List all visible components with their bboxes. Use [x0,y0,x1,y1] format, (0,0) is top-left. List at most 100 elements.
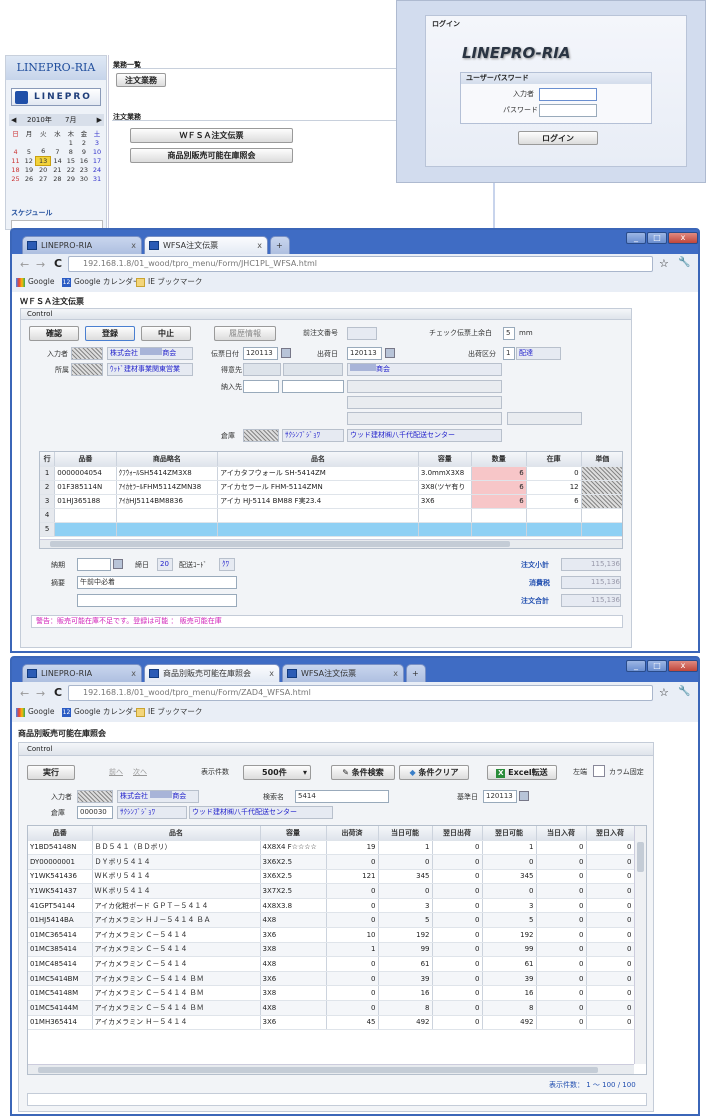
table-cell[interactable]: 16 [378,985,433,1002]
table-cell[interactable]: 0 [432,1000,483,1016]
calendar-day[interactable]: 21 [51,165,65,174]
table-cell[interactable]: 0 [326,898,379,914]
calendar-day[interactable]: 22 [64,165,77,174]
table-cell[interactable]: 3X6 [260,971,327,987]
bookmark-ie[interactable]: IE ブックマーク [136,706,202,718]
table-cell[interactable]: 1 [378,840,433,856]
table-cell[interactable]: 0 [536,956,587,972]
table-row[interactable]: 3 01HJ365188 ｱｲｶHJ5114BM8836 アイカ HJ-5114 BM… [40,494,622,509]
table-cell[interactable]: 0 [536,883,587,899]
table-cell[interactable]: 8 [482,1000,537,1016]
table-cell[interactable]: アイカメラミン Ｃ－５４１４ [92,942,261,958]
delivery-kana[interactable] [282,380,344,393]
reload-icon[interactable]: C [54,257,62,270]
price-cell[interactable] [581,466,622,481]
stock-inquiry-button[interactable]: 商品別販売可能在庫照会 [130,148,293,163]
table-cell[interactable]: 3X6 [260,1015,327,1031]
table-cell[interactable]: 1 [40,466,56,481]
column-header[interactable]: 容量 [260,826,327,841]
table-cell[interactable] [471,522,527,537]
calendar-day[interactable]: 16 [77,156,90,165]
calendar-day[interactable]: 31 [90,174,103,183]
calendar-day[interactable]: 27 [36,174,51,183]
column-header[interactable]: 容量 [418,452,472,467]
table-cell[interactable]: 0 [432,942,483,958]
calendar-day[interactable]: 6 [36,147,51,156]
calendar-day[interactable]: 8 [64,147,77,156]
table-cell[interactable]: 5 [378,912,433,929]
table-cell[interactable]: 3 [40,494,56,509]
close-window-button[interactable]: x [668,660,698,672]
table-cell[interactable]: 6 [471,494,527,509]
bookmark-google[interactable]: Google [16,276,54,288]
table-cell[interactable]: 0 [586,883,635,899]
tab-stock-inquiry[interactable]: 商品別販売可能在庫照会 x [144,664,280,682]
table-row[interactable]: 01MC54148M アイカメラミン Ｃ－５４１４ ＢＭ 3X8 0 16 0 16 0 0 [28,985,635,1002]
reload-icon[interactable]: C [54,686,62,699]
column-header[interactable]: 当日可能 [378,826,433,841]
table-cell[interactable]: 01MC485414 [28,956,93,972]
tab-close-icon[interactable]: x [131,237,136,254]
table-cell[interactable]: 0 [536,927,587,943]
table-cell[interactable]: 3 [378,898,433,914]
remark-input-2[interactable] [77,594,237,607]
new-tab-button[interactable]: + [270,236,290,254]
calendar-day[interactable]: 2 [77,138,90,147]
table-cell[interactable]: 4X8 [260,956,327,972]
table-row[interactable]: 01MC5414BM アイカメラミン Ｃ－５４１４ ＢＭ 3X6 0 39 0 39 0 0 [28,971,635,987]
table-cell[interactable]: 5 [482,912,537,929]
new-tab-button[interactable]: + [406,664,426,682]
table-cell[interactable]: 01MC54148M [28,985,93,1002]
price-cell[interactable] [581,480,622,495]
table-cell[interactable]: アイカ化粧ボード ＧＰＴ－５４１４ [92,898,261,914]
linepro-logo-button[interactable]: LINEPRO [11,88,101,106]
count-select[interactable]: 500件 ▾ [243,765,311,780]
column-header[interactable]: 行 [40,452,56,467]
tab-wfsa[interactable]: WFSA注文伝票 x [282,664,404,682]
calendar-picker-icon[interactable] [519,791,529,801]
scroll-thumb[interactable] [38,1067,598,1073]
table-cell[interactable]: 0 [536,942,587,958]
calendar-picker-icon[interactable] [113,559,123,569]
table-cell[interactable] [116,508,219,523]
table-cell[interactable]: 492 [378,1015,433,1031]
ship-date-input[interactable]: 120113 [347,347,382,360]
deadline-input[interactable] [77,558,111,571]
table-cell[interactable]: 3X7X2.5 [260,883,327,899]
tab-close-icon[interactable]: x [257,237,262,254]
table-cell[interactable]: 3X8 [260,942,327,958]
calendar-day[interactable]: 3 [90,138,103,147]
table-cell[interactable]: ｸﾌｳｫｰﾙSH5414ZM3X8 [116,466,219,481]
table-cell[interactable]: 0 [536,985,587,1002]
table-cell[interactable]: アイカメラミン Ｈ－５４１４ [92,1015,261,1031]
table-cell[interactable]: Y1WK541436 [28,869,93,885]
bookmark-calendar[interactable]: 12 Google カレンダー [62,706,140,718]
price-cell[interactable] [581,508,622,523]
calendar-day[interactable]: 20 [36,165,51,174]
table-cell[interactable]: 0 [432,1015,483,1031]
table-cell[interactable]: 41GPT54144 [28,898,93,914]
table-cell[interactable]: 39 [482,971,537,987]
table-cell[interactable]: 0000004054 [54,466,117,481]
table-cell[interactable]: 16 [482,985,537,1002]
table-cell[interactable]: 0 [432,985,483,1002]
address-bar[interactable]: 192.168.1.8/01_wood/tpro_menu/Form/JHC1P… [68,256,653,272]
table-cell[interactable]: 4X8 [260,1000,327,1016]
table-row[interactable]: 01MH365414 アイカメラミン Ｈ－５４１４ 3X6 45 492 0 492 0 0 [28,1015,635,1031]
table-cell[interactable]: 99 [482,942,537,958]
table-cell[interactable]: 3X6X2.5 [260,854,327,870]
column-header[interactable]: 数量 [471,452,527,467]
table-cell[interactable]: 1 [482,840,537,856]
table-cell[interactable]: 6 [526,494,582,509]
table-cell[interactable]: 0 [378,883,433,899]
close-window-button[interactable]: x [668,232,698,244]
table-cell[interactable]: 0 [586,1000,635,1016]
table-cell[interactable]: 0 [326,883,379,899]
bookmark-ie[interactable]: IE ブックマーク [136,276,202,288]
table-cell[interactable]: 0 [536,1015,587,1031]
calendar-day[interactable]: 25 [9,174,22,183]
calendar-day[interactable]: 1 [64,138,77,147]
table-row[interactable]: Y1WK541437 ＷＫボリ５４１４ 3X7X2.5 0 0 0 0 0 0 [28,883,635,899]
table-cell[interactable]: ＷＫボリ５４１４ [92,869,261,885]
table-cell[interactable] [471,508,527,523]
